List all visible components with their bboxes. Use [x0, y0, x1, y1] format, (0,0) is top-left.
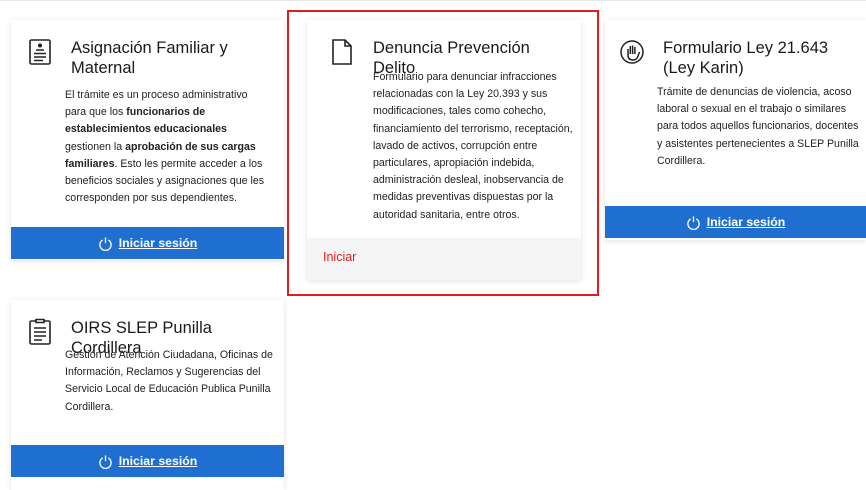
card-denuncia-prevencion: Denuncia Prevención Delito Formulario pa… [307, 20, 581, 280]
power-icon [686, 215, 701, 230]
card-description: Gestión de Atención Ciudadana, Oficinas … [65, 349, 273, 413]
card-header: Asignación Familiar y Maternal [27, 38, 272, 78]
login-button[interactable]: Iniciar sesión [605, 206, 866, 238]
login-button[interactable]: Iniciar sesión [11, 227, 284, 259]
blank-document-icon [329, 38, 355, 66]
description-text: gestionen la [65, 140, 126, 153]
card-header: Formulario Ley 21.643 (Ley Karin) [619, 38, 864, 78]
power-icon [98, 236, 113, 251]
document-list-icon [27, 38, 53, 66]
power-icon [98, 454, 113, 469]
card-description: Trámite de denuncias de violencia, acoso… [657, 86, 859, 167]
iniciar-button[interactable]: Iniciar [323, 250, 356, 264]
login-button-label: Iniciar sesión [706, 215, 786, 229]
card-title: Formulario Ley 21.643 (Ley Karin) [663, 39, 829, 77]
card-description: El trámite es un proceso administrativo … [65, 87, 270, 207]
card-ley-karin: Formulario Ley 21.643 (Ley Karin) Trámit… [605, 20, 866, 240]
form-document-icon [27, 318, 53, 346]
card-title: Asignación Familiar y Maternal [71, 39, 228, 77]
card-footer: Iniciar [307, 238, 581, 280]
login-button-label: Iniciar sesión [118, 454, 198, 468]
card-oirs: OIRS SLEP Punilla Cordillera Gestión de … [11, 300, 284, 490]
top-divider [0, 0, 866, 1]
card-description: Formulario para denunciar infracciones r… [373, 71, 573, 221]
raised-hand-icon [619, 38, 645, 66]
login-button-label: Iniciar sesión [118, 236, 198, 250]
login-button[interactable]: Iniciar sesión [11, 445, 284, 477]
card-asignacion-familiar: Asignación Familiar y Maternal El trámit… [11, 20, 284, 260]
